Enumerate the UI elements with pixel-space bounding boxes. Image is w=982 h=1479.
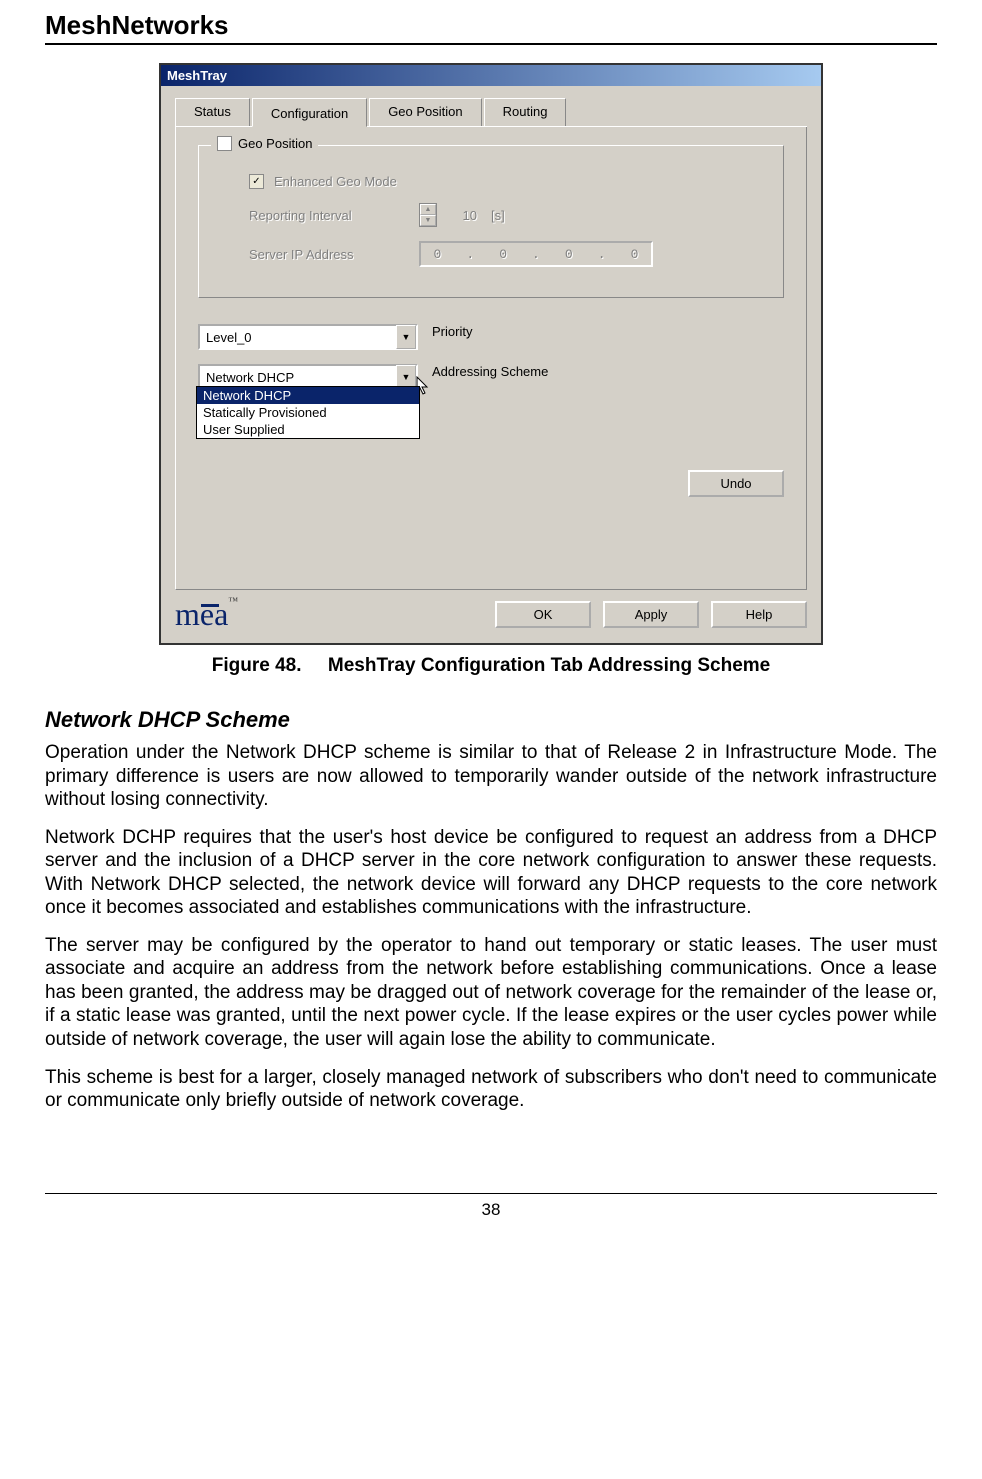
tab-routing[interactable]: Routing: [484, 98, 567, 126]
undo-button[interactable]: Undo: [688, 470, 784, 497]
reporting-interval-unit: [s]: [491, 208, 505, 223]
tab-body: Geo Position ✓ Enhanced Geo Mode Reporti…: [175, 127, 807, 590]
chevron-down-icon[interactable]: ▼: [396, 325, 416, 349]
section-heading: Network DHCP Scheme: [45, 707, 937, 733]
paragraph-1: Operation under the Network DHCP scheme …: [45, 741, 937, 812]
geo-position-legend-text: Geo Position: [238, 136, 312, 151]
figure-container: MeshTray Status Configuration Geo Positi…: [45, 63, 937, 677]
apply-button[interactable]: Apply: [603, 601, 699, 628]
addressing-option-network-dhcp[interactable]: Network DHCP: [197, 387, 419, 404]
ip-octet-1: 0: [434, 247, 442, 262]
geo-position-legend: Geo Position: [211, 136, 318, 151]
logo-text: mea: [175, 596, 228, 632]
spinner-down-icon[interactable]: ▼: [420, 215, 436, 226]
tab-row: Status Configuration Geo Position Routin…: [175, 98, 807, 127]
mea-logo: mea™: [175, 596, 250, 633]
priority-combobox[interactable]: Level_0 ▼: [198, 324, 418, 350]
ok-button[interactable]: OK: [495, 601, 591, 628]
trademark-symbol: ™: [228, 596, 238, 607]
paragraph-2: Network DCHP requires that the user's ho…: [45, 826, 937, 920]
reporting-interval-spinner[interactable]: ▲ ▼: [419, 203, 437, 227]
tab-geo-position[interactable]: Geo Position: [369, 98, 481, 126]
priority-row: Level_0 ▼ Priority: [198, 324, 784, 350]
document-header: MeshNetworks: [45, 10, 937, 41]
tab-configuration[interactable]: Configuration: [252, 98, 367, 127]
window-title-bar: MeshTray: [161, 65, 821, 86]
addressing-option-statically-provisioned[interactable]: Statically Provisioned: [197, 404, 419, 421]
priority-label: Priority: [432, 324, 472, 339]
geo-position-checkbox[interactable]: [217, 136, 232, 151]
addressing-scheme-label: Addressing Scheme: [432, 364, 548, 379]
reporting-interval-value: 10: [447, 208, 481, 223]
reporting-interval-label: Reporting Interval: [249, 208, 409, 223]
header-rule: [45, 43, 937, 45]
geo-position-fieldset: Geo Position ✓ Enhanced Geo Mode Reporti…: [198, 145, 784, 298]
paragraph-3: The server may be configured by the oper…: [45, 934, 937, 1052]
server-ip-label: Server IP Address: [249, 247, 409, 262]
figure-caption: Figure 48. MeshTray Configuration Tab Ad…: [212, 655, 771, 677]
addressing-row: Network DHCP ▼ Network DHCP Statically P…: [198, 364, 784, 390]
ip-octet-3: 0: [565, 247, 573, 262]
ip-octet-2: 0: [499, 247, 507, 262]
addressing-scheme-value: Network DHCP: [200, 370, 396, 385]
bottom-bar: mea™ OK Apply Help: [175, 596, 807, 633]
help-button[interactable]: Help: [711, 601, 807, 628]
addressing-scheme-dropdown: Network DHCP Statically Provisioned User…: [196, 386, 420, 439]
spinner-up-icon[interactable]: ▲: [420, 204, 436, 215]
enhanced-geo-label: Enhanced Geo Mode: [274, 174, 397, 189]
addressing-option-user-supplied[interactable]: User Supplied: [197, 421, 419, 438]
server-ip-input[interactable]: 0. 0. 0. 0: [419, 241, 653, 267]
footer-rule: [45, 1193, 937, 1194]
app-window: MeshTray Status Configuration Geo Positi…: [159, 63, 823, 645]
figure-title: MeshTray Configuration Tab Addressing Sc…: [328, 655, 770, 676]
client-area: Status Configuration Geo Position Routin…: [161, 86, 821, 643]
enhanced-geo-checkbox[interactable]: ✓: [249, 174, 264, 189]
ip-octet-4: 0: [631, 247, 639, 262]
page-number: 38: [45, 1200, 937, 1220]
paragraph-4: This scheme is best for a larger, closel…: [45, 1066, 937, 1113]
priority-value: Level_0: [200, 330, 396, 345]
figure-number: Figure 48.: [212, 655, 302, 676]
tab-status[interactable]: Status: [175, 98, 250, 126]
